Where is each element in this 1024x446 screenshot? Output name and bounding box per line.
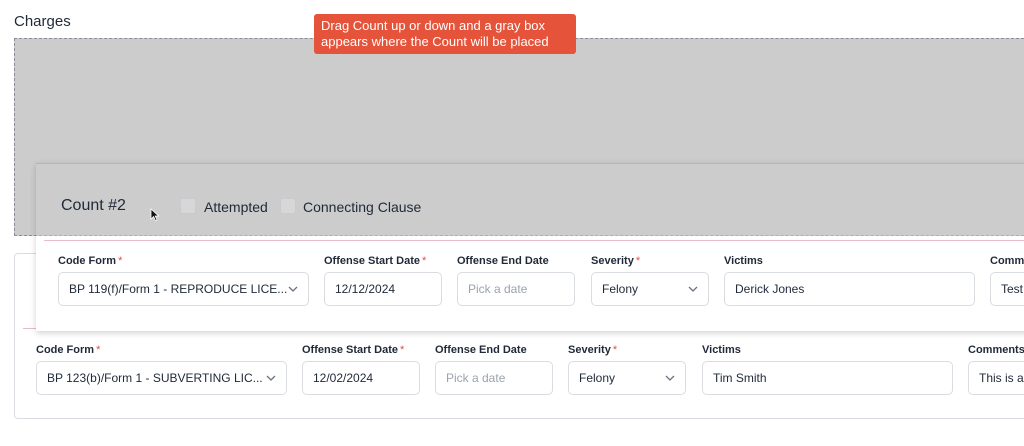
code-form-value: BP 119(f)/Form 1 - REPRODUCE LICE... — [69, 282, 288, 296]
victims-input[interactable]: Tim Smith — [702, 361, 953, 395]
count-title: Count #2 — [61, 197, 126, 214]
mouse-cursor-icon — [150, 208, 160, 222]
comments-input[interactable]: Test — [990, 272, 1024, 306]
drag-hint-tooltip: Drag Count up or down and a gray box app… — [314, 14, 576, 54]
offense-end-label: Offense End Date — [435, 344, 527, 356]
severity-select[interactable]: Felony — [568, 361, 686, 395]
severity-value: Felony — [579, 371, 616, 385]
comments-input[interactable]: This is a — [968, 361, 1024, 395]
offense-end-input[interactable]: Pick a date — [435, 361, 553, 395]
chevron-down-icon — [266, 375, 276, 381]
offense-end-label: Offense End Date — [457, 255, 549, 267]
offense-end-input[interactable]: Pick a date — [457, 272, 575, 306]
severity-label: Severity * — [568, 344, 618, 356]
comments-label: Comm — [990, 255, 1024, 267]
victims-label: Victims — [702, 344, 741, 356]
chevron-down-icon — [688, 286, 698, 292]
severity-label: Severity * — [591, 255, 641, 267]
divider — [44, 240, 1024, 241]
offense-start-input[interactable]: 12/02/2024 — [302, 361, 420, 395]
section-title: Charges — [14, 13, 71, 30]
connecting-clause-checkbox[interactable] — [280, 198, 296, 214]
code-form-value: BP 123(b)/Form 1 - SUBVERTING LIC... — [47, 371, 263, 385]
chevron-down-icon — [288, 286, 298, 292]
code-form-label: Code Form * — [58, 255, 123, 267]
severity-select[interactable]: Felony — [591, 272, 709, 306]
count-card-dragged[interactable]: Count #2 Attempted Connecting Clause Cod… — [36, 163, 1024, 331]
code-form-select[interactable]: BP 119(f)/Form 1 - REPRODUCE LICE... — [58, 272, 309, 306]
code-form-select[interactable]: BP 123(b)/Form 1 - SUBVERTING LIC... — [36, 361, 287, 395]
offense-start-label: Offense Start Date * — [324, 255, 427, 267]
page: Charges Drag Count up or down and a gray… — [0, 0, 1024, 446]
attempted-label: Attempted — [204, 199, 268, 215]
victims-label: Victims — [724, 255, 763, 267]
attempted-checkbox[interactable] — [180, 198, 196, 214]
chevron-down-icon — [665, 375, 675, 381]
comments-label: Comments — [968, 344, 1024, 356]
severity-value: Felony — [602, 282, 639, 296]
offense-start-input[interactable]: 12/12/2024 — [324, 272, 442, 306]
offense-start-label: Offense Start Date * — [302, 344, 405, 356]
victims-input[interactable]: Derick Jones — [724, 272, 975, 306]
code-form-label: Code Form * — [36, 344, 101, 356]
connecting-clause-label: Connecting Clause — [303, 199, 422, 215]
